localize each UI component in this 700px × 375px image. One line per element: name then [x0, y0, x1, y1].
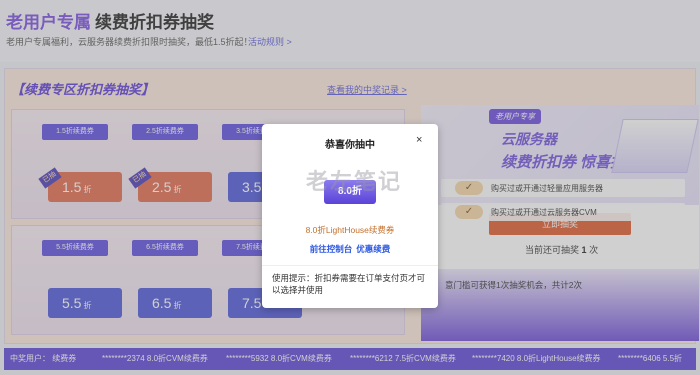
close-icon[interactable]: × [416, 134, 422, 146]
usage-tip: 使用提示：折扣券需要在订单支付页才可以选择并使用 [272, 273, 426, 296]
prize-dialog: 恭喜你抽中 × 8.0折 老左笔记 8.0折LightHouse续费券 前往控制… [262, 124, 438, 308]
watermark: 老左笔记 [306, 169, 403, 194]
console-link[interactable]: 前往控制台 [310, 244, 353, 254]
dialog-links: 前往控制台 优惠续费 [262, 243, 438, 255]
dialog-title: 恭喜你抽中 [325, 140, 375, 151]
renew-link[interactable]: 优惠续费 [356, 244, 390, 254]
divider [262, 265, 438, 266]
prize-name: 8.0折LightHouse续费券 [305, 225, 395, 235]
